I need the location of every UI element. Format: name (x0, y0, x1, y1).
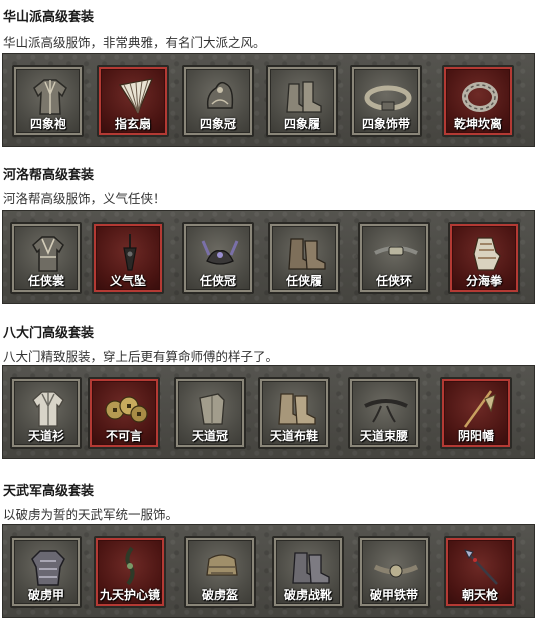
item-label: 天道冠 (191, 429, 228, 443)
set-title: 天武军高级套装 (3, 484, 95, 499)
item-label: 分海拳 (465, 274, 502, 288)
set-description: 以破虏为誓的天武军统一服饰。 (3, 507, 179, 522)
item-slot-helmet[interactable]: 破虏盔 (184, 536, 256, 608)
item-slot-iron-belt[interactable]: 破甲铁带 (358, 536, 430, 608)
item-strip: 四象袍 指玄扇 四象冠 四象履 四象饰带 乾坤坎离 (2, 53, 535, 147)
set-title: 华山派高级套装 (3, 10, 95, 25)
set-title: 八大门高级套装 (3, 326, 95, 341)
item-label: 朝天枪 (461, 588, 498, 602)
item-slot-headpiece[interactable]: 四象冠 (182, 65, 254, 137)
item-label: 破甲铁带 (369, 588, 418, 602)
item-slot-armor[interactable]: 破虏甲 (10, 536, 82, 608)
item-slot-ring-belt[interactable]: 任侠环 (358, 222, 430, 294)
item-slot-spear[interactable]: 朝天枪 (444, 536, 516, 608)
item-label: 破虏盔 (201, 588, 238, 602)
item-slot-banner[interactable]: 阴阳幡 (440, 377, 512, 449)
item-label: 九天护心镜 (99, 588, 160, 602)
item-slot-pendant[interactable]: 义气坠 (92, 222, 164, 294)
item-strip: 天道衫 不可言 天道冠 天道布鞋 天道束腰 阴阳幡 (2, 365, 535, 459)
item-slot-coins[interactable]: 不可言 (88, 377, 160, 449)
item-slot-belt[interactable]: 四象饰带 (350, 65, 422, 137)
item-slot-headpiece[interactable]: 任侠冠 (182, 222, 254, 294)
item-label: 天道布鞋 (269, 429, 318, 443)
item-label: 任侠履 (285, 274, 322, 288)
item-label: 任侠冠 (199, 274, 236, 288)
item-label: 任侠环 (375, 274, 412, 288)
item-slot-robe[interactable]: 天道衫 (10, 377, 82, 449)
item-label: 破虏甲 (27, 588, 64, 602)
item-label: 四象履 (283, 117, 320, 131)
item-slot-gauntlet[interactable]: 分海拳 (448, 222, 520, 294)
item-label: 任侠裳 (27, 274, 64, 288)
item-label: 四象冠 (199, 117, 236, 131)
item-label: 不可言 (105, 429, 142, 443)
set-description: 河洛帮高级服饰，义气任侠！ (3, 191, 166, 206)
set-title: 河洛帮高级套装 (3, 168, 95, 183)
item-label: 天道束腰 (359, 429, 408, 443)
item-strip: 任侠裳 义气坠 任侠冠 任侠履 任侠环 分海拳 (2, 210, 535, 304)
item-slot-mirror[interactable]: 九天护心镜 (94, 536, 166, 608)
item-label: 四象袍 (29, 117, 66, 131)
item-label: 阴阳幡 (457, 429, 494, 443)
item-label: 破虏战靴 (283, 588, 332, 602)
set-description: 八大门精致服装，穿上后更有算命师傅的样子了。 (3, 349, 279, 364)
item-slot-cloth-shoes[interactable]: 天道布鞋 (258, 377, 330, 449)
item-slot-robe[interactable]: 四象袍 (12, 65, 84, 137)
item-slot-bracelet[interactable]: 乾坤坎离 (442, 65, 514, 137)
item-label: 天道衫 (27, 429, 64, 443)
item-slot-robe[interactable]: 任侠裳 (10, 222, 82, 294)
item-label: 指玄扇 (114, 117, 151, 131)
item-slot-war-boots[interactable]: 破虏战靴 (272, 536, 344, 608)
item-slot-sash[interactable]: 天道束腰 (348, 377, 420, 449)
item-slot-headpiece[interactable]: 天道冠 (174, 377, 246, 449)
item-label: 乾坤坎离 (453, 117, 502, 131)
item-slot-boots[interactable]: 四象履 (266, 65, 338, 137)
item-slot-fan[interactable]: 指玄扇 (97, 65, 169, 137)
item-slot-boots[interactable]: 任侠履 (268, 222, 340, 294)
item-label: 四象饰带 (361, 117, 410, 131)
item-label: 义气坠 (109, 274, 146, 288)
set-description: 华山派高级服饰，非常典雅，有名门大派之风。 (3, 35, 266, 50)
item-strip: 破虏甲 九天护心镜 破虏盔 破虏战靴 破甲铁带 朝天枪 (2, 524, 535, 618)
